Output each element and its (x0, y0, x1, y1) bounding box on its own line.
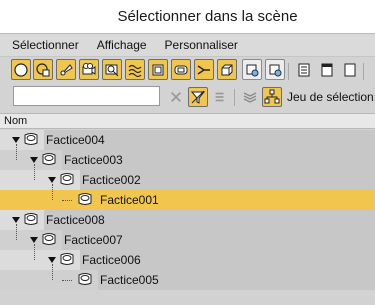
dummy-object-icon (22, 212, 40, 226)
tree-row[interactable]: Factice004 (0, 130, 375, 150)
tree-item-label: Factice003 (64, 153, 123, 167)
helpers-icon[interactable] (102, 59, 122, 80)
expand-arrow-icon[interactable] (48, 257, 56, 263)
hierarchy-icon[interactable] (262, 87, 282, 107)
tree-item-label: Factice005 (100, 273, 159, 287)
search-input[interactable] (13, 86, 160, 106)
filter-options-icon[interactable] (210, 87, 230, 107)
tree-connector (62, 200, 72, 201)
tree-item-label: Factice006 (82, 253, 141, 267)
expand-arrow-icon[interactable] (12, 137, 20, 143)
tree-item-label: Factice004 (46, 133, 105, 147)
tree-connector (52, 184, 53, 200)
column-header-label: Nom (4, 115, 28, 127)
tree-connector (16, 224, 17, 240)
hidden-icon[interactable] (265, 59, 285, 80)
window-title: Sélectionner dans la scène (117, 8, 298, 25)
tree-connector (62, 280, 72, 281)
dummy-object-icon (40, 152, 58, 166)
tree-row[interactable]: Factice006 (0, 244, 375, 270)
menu-bar: Sélectionner Affichage Personnaliser (0, 33, 375, 57)
tree-connector (52, 264, 53, 280)
toolbar-separator-2 (234, 89, 235, 106)
selection-set-label: Jeu de sélection: (287, 90, 375, 104)
column-header-name[interactable]: Nom (0, 113, 375, 129)
tree-row[interactable]: Factice003 (0, 144, 375, 170)
scene-tree: Factice004 Factice003 Factice002 Factice001… (0, 130, 375, 305)
geometry-icon[interactable] (11, 59, 31, 80)
dummy-object-icon (40, 232, 58, 246)
xrefs-icon[interactable] (171, 59, 191, 80)
menu-select[interactable]: Sélectionner (12, 38, 79, 52)
tree-row[interactable]: Factice007 (0, 224, 375, 250)
expand-arrow-icon[interactable] (12, 217, 20, 223)
dummy-object-icon (76, 192, 94, 206)
window-icon[interactable] (340, 59, 360, 80)
tree-connector (34, 164, 35, 180)
tree-row[interactable]: Factice008 (0, 210, 375, 230)
cameras-icon[interactable] (79, 59, 99, 80)
tree-item-label: Factice002 (82, 173, 141, 187)
document-icon[interactable] (317, 59, 337, 80)
layers-icon[interactable] (240, 87, 260, 107)
list-view-icon[interactable] (294, 59, 314, 80)
lights-icon[interactable] (56, 59, 76, 80)
dummy-object-icon (22, 132, 40, 146)
title-bar: Sélectionner dans la scène (0, 0, 375, 33)
toolbar-separator-end (363, 63, 364, 80)
dummy-object-icon (58, 252, 76, 266)
tree-connector (34, 244, 35, 260)
dummy-object-icon (58, 172, 76, 186)
filter-toolbar: Jeu de sélection: (0, 85, 375, 111)
expand-arrow-icon[interactable] (30, 157, 38, 163)
tree-item-label: Factice007 (64, 233, 123, 247)
type-filter-toolbar (0, 57, 375, 85)
expand-arrow-icon[interactable] (30, 237, 38, 243)
clear-filter-icon[interactable] (166, 87, 186, 107)
tree-row[interactable]: Factice001 (0, 184, 375, 210)
containers-icon[interactable] (217, 59, 237, 80)
shapes-icon[interactable] (33, 59, 53, 80)
tree-row[interactable]: Factice005 (0, 264, 375, 290)
space-warps-icon[interactable] (125, 59, 145, 80)
expand-arrow-icon[interactable] (48, 177, 56, 183)
toolbar-separator (288, 63, 289, 80)
tree-item-label: Factice008 (46, 213, 105, 227)
frozen-icon[interactable] (242, 59, 262, 80)
menu-customize[interactable]: Personnaliser (165, 38, 238, 52)
filter-funnel-icon[interactable] (188, 87, 208, 107)
groups-icon[interactable] (148, 59, 168, 80)
menu-display[interactable]: Affichage (97, 38, 147, 52)
tree-item-label: Factice001 (100, 193, 159, 207)
tree-row[interactable]: Factice002 (0, 164, 375, 190)
bones-icon[interactable] (194, 59, 214, 80)
tree-connector (16, 144, 17, 160)
dummy-object-icon (76, 272, 94, 286)
